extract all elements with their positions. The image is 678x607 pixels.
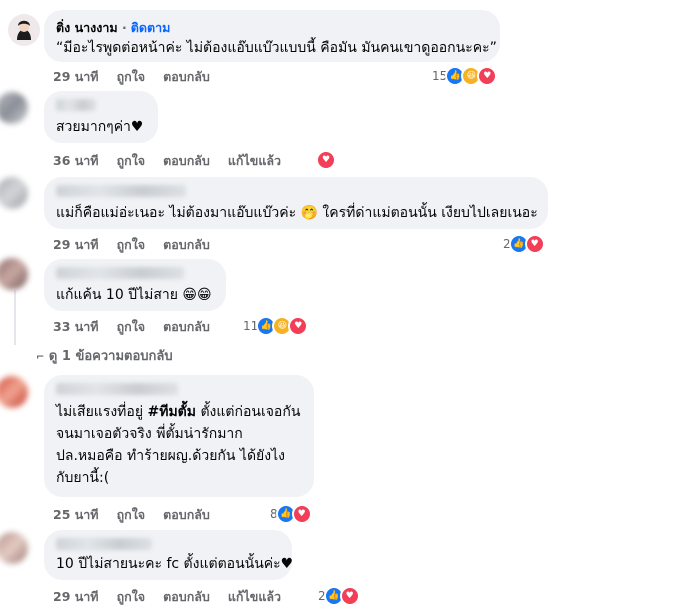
like-button[interactable]: ถูกใจ <box>117 317 146 337</box>
love-icon: ♥ <box>339 586 360 606</box>
reply-button[interactable]: ตอบกลับ <box>163 151 210 171</box>
love-icon: ♥ <box>291 504 312 524</box>
avatar[interactable] <box>8 14 40 46</box>
author-name-blurred <box>56 538 152 550</box>
edited-label[interactable]: แก้ไขแล้ว <box>228 151 281 171</box>
comment-text: 10 ปีไม่สายนะคะ fc ตั้งแต่ตอนนั้นค่ะ♥ <box>56 556 294 572</box>
view-replies-link[interactable]: ⌐ ดู 1 ข้อความตอบกลับ <box>36 345 173 366</box>
comment-author[interactable]: ติ่ง นางงาม <box>56 20 118 35</box>
comment-text: “มีอะไรพูดต่อหน้าค่ะ ไม่ต้องแอ๊บแบ๊วแบบน… <box>56 40 497 56</box>
follow-link[interactable]: ติดตาม <box>131 20 171 35</box>
separator-dot: · <box>121 20 127 35</box>
comment-actions: 33 นาที ถูกใจ ตอบกลับ <box>53 317 210 337</box>
love-icon: ♥ <box>524 234 545 254</box>
reply-arrow-icon: ⌐ <box>36 352 45 363</box>
reaction-summary[interactable]: 2 👍 ♥ <box>318 586 360 606</box>
comment-time[interactable]: 29 นาที <box>53 235 99 255</box>
comment-bubble: ติ่ง นางงาม · ติดตาม “มีอะไรพูดต่อหน้าค่ะ… <box>44 10 500 62</box>
reply-button[interactable]: ตอบกลับ <box>163 317 210 337</box>
reaction-summary[interactable]: ♥ <box>316 150 336 170</box>
love-icon: ♥ <box>477 66 498 86</box>
author-name-blurred <box>56 383 178 395</box>
reaction-summary[interactable]: 11 👍 😆 ♥ <box>243 316 309 336</box>
view-replies-label: ดู 1 ข้อความตอบกลับ <box>48 349 173 364</box>
like-button[interactable]: ถูกใจ <box>117 587 146 607</box>
comment-bubble: ไม่เสียแรงที่อยู่ #ทีมตั้ม ตั้งแต่ก่อนเจ… <box>44 375 314 497</box>
comment-bubble: 10 ปีไม่สายนะคะ fc ตั้งแต่ตอนนั้นค่ะ♥ <box>44 530 294 580</box>
like-button[interactable]: ถูกใจ <box>117 235 146 255</box>
like-button[interactable]: ถูกใจ <box>117 505 146 525</box>
reply-button[interactable]: ตอบกลับ <box>163 587 210 607</box>
avatar[interactable] <box>0 376 28 408</box>
hashtag-link[interactable]: #ทีมตั้ม <box>147 404 196 420</box>
reply-button[interactable]: ตอบกลับ <box>163 67 210 87</box>
reaction-summary[interactable]: 15 👍 😆 ♥ <box>432 66 498 86</box>
comment-bubble: แก้แค้น 10 ปีไม่สาย 😁😁 <box>44 259 226 311</box>
author-name-blurred <box>56 185 186 197</box>
avatar[interactable] <box>0 92 28 124</box>
comment-time[interactable]: 29 นาที <box>53 67 99 87</box>
author-name-blurred <box>56 267 184 279</box>
comment-actions: 29 นาที ถูกใจ ตอบกลับ แก้ไขแล้ว <box>53 587 281 607</box>
comment-bubble: สวยมากๆค่า♥ <box>44 91 158 143</box>
comment-time[interactable]: 33 นาที <box>53 317 99 337</box>
avatar[interactable] <box>0 532 28 564</box>
comment-actions: 36 นาที ถูกใจ ตอบกลับ แก้ไขแล้ว <box>53 151 281 171</box>
edited-label[interactable]: แก้ไขแล้ว <box>228 587 281 607</box>
reply-button[interactable]: ตอบกลับ <box>163 505 210 525</box>
author-name-blurred <box>56 99 96 111</box>
comment-text: แก้แค้น 10 ปีไม่สาย 😁😁 <box>56 287 212 303</box>
love-icon: ♥ <box>288 316 309 336</box>
thread-line <box>14 290 16 345</box>
avatar[interactable] <box>0 177 28 209</box>
comment-text: ไม่เสียแรงที่อยู่ #ทีมตั้ม ตั้งแต่ก่อนเจ… <box>56 404 301 486</box>
reaction-summary[interactable]: 8 👍 ♥ <box>270 504 312 524</box>
like-button[interactable]: ถูกใจ <box>117 67 146 87</box>
comment-time[interactable]: 36 นาที <box>53 151 99 171</box>
comment-actions: 29 นาที ถูกใจ ตอบกลับ <box>53 67 210 87</box>
love-icon: ♥ <box>316 150 336 170</box>
comment-bubble: แม่ก็คือแม่อ่ะเนอะ ไม่ต้องมาแอ๊บแบ๊วค่ะ … <box>44 177 548 229</box>
reaction-summary[interactable]: 2 👍 ♥ <box>503 234 545 254</box>
comment-actions: 29 นาที ถูกใจ ตอบกลับ <box>53 235 210 255</box>
comment-header: ติ่ง นางงาม · ติดตาม <box>56 18 488 38</box>
reply-button[interactable]: ตอบกลับ <box>163 235 210 255</box>
comment-actions: 25 นาที ถูกใจ ตอบกลับ <box>53 505 210 525</box>
comment-time[interactable]: 29 นาที <box>53 587 99 607</box>
comment-time[interactable]: 25 นาที <box>53 505 99 525</box>
comment-text: สวยมากๆค่า♥ <box>56 119 144 135</box>
avatar[interactable] <box>0 258 28 290</box>
like-button[interactable]: ถูกใจ <box>117 151 146 171</box>
comment-text: แม่ก็คือแม่อ่ะเนอะ ไม่ต้องมาแอ๊บแบ๊วค่ะ … <box>56 205 538 221</box>
